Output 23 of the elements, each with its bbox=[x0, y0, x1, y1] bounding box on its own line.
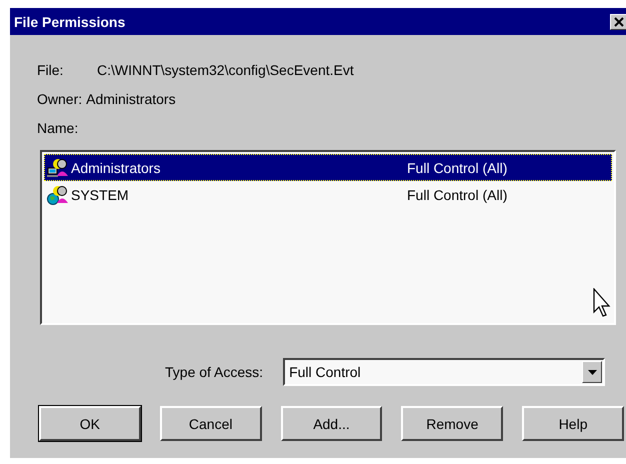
field-label: Owner: bbox=[37, 90, 82, 106]
access-level: Full Control (All) bbox=[407, 160, 508, 176]
access-dropdown[interactable]: Full Control bbox=[283, 358, 606, 386]
user-group-icon bbox=[47, 184, 69, 204]
field-value: C:\WINNT\system32\config\SecEvent.Evt bbox=[97, 62, 354, 78]
field-value: Administrators bbox=[86, 90, 176, 106]
window-title: File Permissions bbox=[14, 14, 126, 30]
access-label: Type of Access: bbox=[165, 364, 264, 380]
dialog-button[interactable]: OK bbox=[39, 406, 141, 441]
dialog-button[interactable]: Add... bbox=[280, 406, 382, 441]
list-row[interactable]: Administrators Full Control (All) bbox=[44, 154, 612, 181]
access-level: Full Control (All) bbox=[407, 186, 508, 202]
user-name: SYSTEM bbox=[71, 186, 130, 202]
user-group-icon bbox=[47, 158, 69, 178]
dialog-button[interactable]: Help bbox=[522, 406, 624, 441]
list-row[interactable]: SYSTEM Full Control (All) bbox=[44, 181, 612, 208]
user-name: Administrators bbox=[71, 160, 162, 176]
list-label: Name: bbox=[37, 120, 78, 136]
field-label: File: bbox=[37, 62, 64, 78]
mouse-cursor-icon bbox=[593, 288, 613, 318]
dialog-button[interactable]: Remove bbox=[401, 406, 504, 441]
dialog-button[interactable]: Cancel bbox=[160, 406, 262, 441]
close-button[interactable] bbox=[610, 14, 626, 30]
